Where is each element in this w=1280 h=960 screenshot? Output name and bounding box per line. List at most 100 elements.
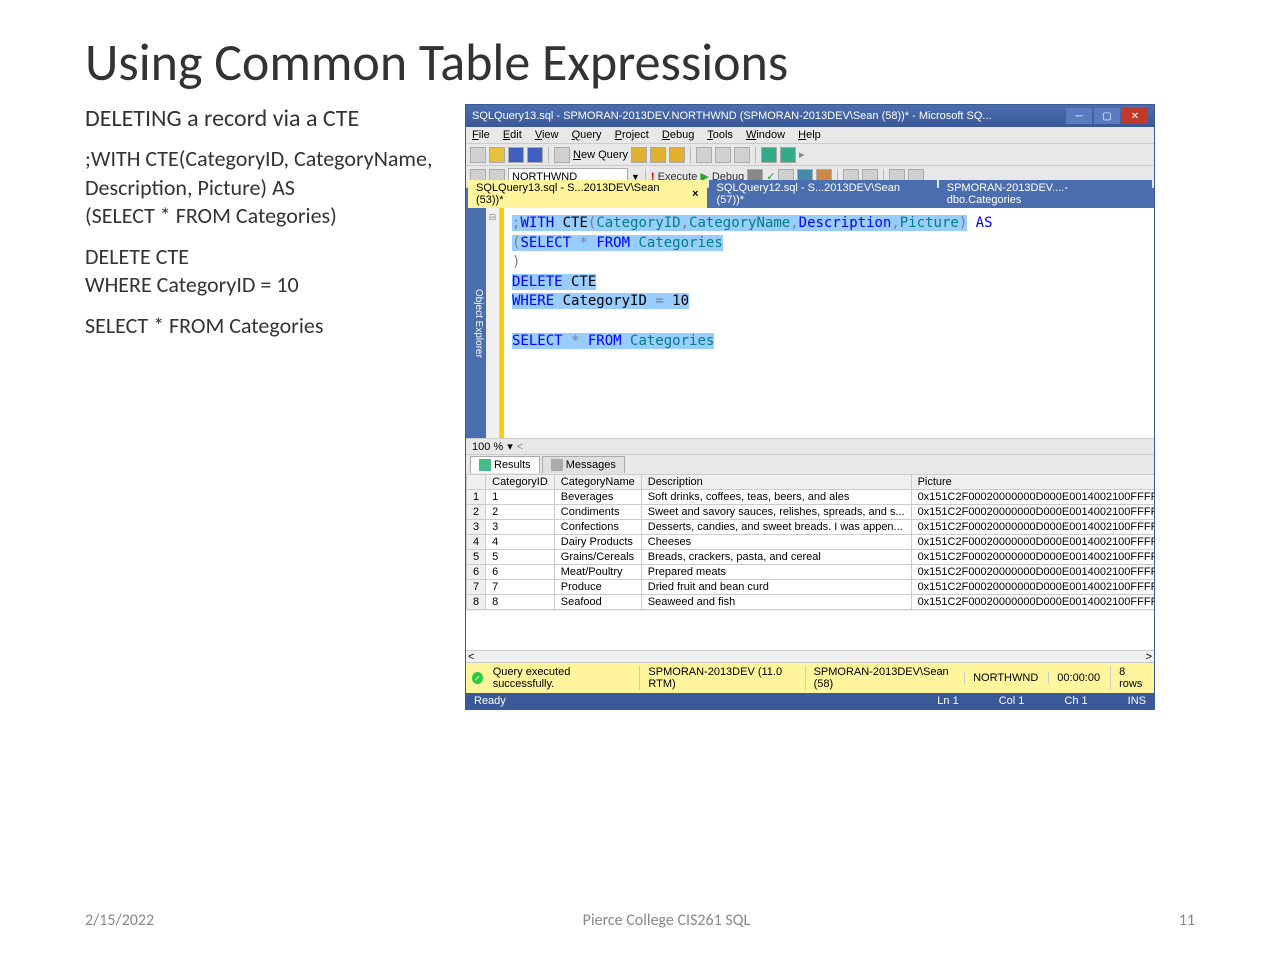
cut-icon[interactable] (696, 147, 712, 163)
row-number: 4 (467, 535, 486, 550)
cell[interactable]: Desserts, candies, and sweet breads. I w… (641, 520, 911, 535)
cell[interactable]: 0x151C2F00020000000D000E0014002100FFFFFF… (911, 535, 1154, 550)
menu-window[interactable]: Window (746, 129, 785, 141)
table-row[interactable]: 11BeveragesSoft drinks, coffees, teas, b… (467, 490, 1155, 505)
file-tabs: SQLQuery13.sql - S...2013DEV\Sean (53))*… (466, 188, 1154, 208)
cell[interactable]: 8 (486, 595, 555, 610)
cell[interactable]: 0x151C2F00020000000D000E0014002100FFFFFF… (911, 490, 1154, 505)
open-icon[interactable] (489, 147, 505, 163)
titlebar[interactable]: SQLQuery13.sql - SPMORAN-2013DEV.NORTHWN… (466, 105, 1154, 127)
col-header[interactable]: CategoryID (486, 475, 555, 490)
db-icon3[interactable] (669, 147, 685, 163)
cell[interactable]: Confections (554, 520, 641, 535)
messages-tab[interactable]: Messages (542, 456, 625, 473)
table-row[interactable]: 55Grains/CerealsBreads, crackers, pasta,… (467, 550, 1155, 565)
row-number: 8 (467, 595, 486, 610)
tab-inactive-1[interactable]: SQLQuery12.sql - S...2013DEV\Sean (57))* (709, 180, 937, 208)
footer-page: 11 (1179, 911, 1195, 930)
menu-help[interactable]: Help (798, 129, 821, 141)
cell[interactable]: 0x151C2F00020000000D000E0014002100FFFFFF… (911, 580, 1154, 595)
cell[interactable]: Dairy Products (554, 535, 641, 550)
tab-active[interactable]: SQLQuery13.sql - S...2013DEV\Sean (53))*… (468, 180, 707, 208)
tab-inactive-2[interactable]: SPMORAN-2013DEV....- dbo.Categories (939, 180, 1152, 208)
tab-close-icon[interactable]: × (692, 188, 698, 200)
sql-text-2: DELETE CTEWHERE CategoryID = 10 (85, 243, 445, 300)
copy-icon[interactable] (715, 147, 731, 163)
row-number: 5 (467, 550, 486, 565)
save-icon[interactable] (508, 147, 524, 163)
messages-icon (551, 459, 563, 471)
table-row[interactable]: 88SeafoodSeaweed and fish0x151C2F0002000… (467, 595, 1155, 610)
cell[interactable]: 7 (486, 580, 555, 595)
cell[interactable]: 0x151C2F00020000000D000E0014002100FFFFFF… (911, 505, 1154, 520)
cell[interactable]: Condiments (554, 505, 641, 520)
col-header[interactable]: CategoryName (554, 475, 641, 490)
redo-icon[interactable] (780, 147, 796, 163)
new-query-label[interactable]: New Query (573, 149, 628, 161)
menu-view[interactable]: View (535, 129, 559, 141)
cell[interactable]: 3 (486, 520, 555, 535)
minimize-button[interactable]: ─ (1066, 108, 1092, 124)
object-explorer-tab[interactable]: Object Explorer (466, 208, 486, 438)
zoom-value[interactable]: 100 % (472, 441, 503, 453)
cell[interactable]: 0x151C2F00020000000D000E0014002100FFFFFF… (911, 550, 1154, 565)
status-server: SPMORAN-2013DEV (11.0 RTM) (639, 666, 794, 690)
undo-icon[interactable] (761, 147, 777, 163)
db-icon[interactable] (631, 147, 647, 163)
cell[interactable]: Prepared meats (641, 565, 911, 580)
cell[interactable]: Meat/Poultry (554, 565, 641, 580)
table-row[interactable]: 44Dairy ProductsCheeses0x151C2F000200000… (467, 535, 1155, 550)
row-number: 1 (467, 490, 486, 505)
paste-icon[interactable] (734, 147, 750, 163)
sql-editor[interactable]: ;WITH CTE(CategoryID,CategoryName,Descri… (504, 208, 1154, 438)
cell[interactable]: Seafood (554, 595, 641, 610)
maximize-button[interactable]: ▢ (1094, 108, 1120, 124)
footer-course: Pierce College CIS261 SQL (583, 911, 751, 930)
left-heading: DELETING a record via a CTE (85, 104, 445, 133)
new-project-icon[interactable] (470, 147, 486, 163)
cell[interactable]: Seaweed and fish (641, 595, 911, 610)
table-row[interactable]: 66Meat/PoultryPrepared meats0x151C2F0002… (467, 565, 1155, 580)
menu-project[interactable]: Project (615, 129, 649, 141)
save-all-icon[interactable] (527, 147, 543, 163)
cell[interactable]: Cheeses (641, 535, 911, 550)
slide-title: Using Common Table Expressions (0, 0, 1280, 104)
cell[interactable]: 6 (486, 565, 555, 580)
db-icon2[interactable] (650, 147, 666, 163)
cell[interactable]: Breads, crackers, pasta, and cereal (641, 550, 911, 565)
menu-edit[interactable]: Edit (503, 129, 522, 141)
menu-file[interactable]: File (472, 129, 490, 141)
cell[interactable]: Sweet and savory sauces, relishes, sprea… (641, 505, 911, 520)
results-tab[interactable]: Results (470, 456, 540, 473)
bottom-bar: Ready Ln 1 Col 1 Ch 1 INS (466, 693, 1154, 709)
ssms-window: SQLQuery13.sql - SPMORAN-2013DEV.NORTHWN… (465, 104, 1155, 710)
col-header[interactable] (467, 475, 486, 490)
cell[interactable]: 0x151C2F00020000000D000E0014002100FFFFFF… (911, 565, 1154, 580)
cell[interactable]: Dried fruit and bean curd (641, 580, 911, 595)
table-row[interactable]: 22CondimentsSweet and savory sauces, rel… (467, 505, 1155, 520)
cell[interactable]: 0x151C2F00020000000D000E0014002100FFFFFF… (911, 520, 1154, 535)
menu-tools[interactable]: Tools (707, 129, 733, 141)
cell[interactable]: Grains/Cereals (554, 550, 641, 565)
close-button[interactable]: ✕ (1122, 108, 1148, 124)
menu-debug[interactable]: Debug (662, 129, 694, 141)
cell[interactable]: Soft drinks, coffees, teas, beers, and a… (641, 490, 911, 505)
cell[interactable]: Beverages (554, 490, 641, 505)
col-header[interactable]: Description (641, 475, 911, 490)
row-number: 7 (467, 580, 486, 595)
ch-indicator: Ch 1 (1064, 695, 1087, 707)
cell[interactable]: 2 (486, 505, 555, 520)
cell[interactable]: 1 (486, 490, 555, 505)
results-tabs: Results Messages (466, 454, 1154, 474)
menu-query[interactable]: Query (572, 129, 602, 141)
table-row[interactable]: 33ConfectionsDesserts, candies, and swee… (467, 520, 1155, 535)
new-query-icon[interactable] (554, 147, 570, 163)
table-row[interactable]: 77ProduceDried fruit and bean curd0x151C… (467, 580, 1155, 595)
results-grid[interactable]: CategoryIDCategoryNameDescriptionPicture… (466, 474, 1154, 610)
cell[interactable]: Produce (554, 580, 641, 595)
cell[interactable]: 5 (486, 550, 555, 565)
col-header[interactable]: Picture (911, 475, 1154, 490)
cell[interactable]: 0x151C2F00020000000D000E0014002100FFFFFF… (911, 595, 1154, 610)
cell[interactable]: 4 (486, 535, 555, 550)
grid-scrollbar[interactable]: <> (466, 650, 1154, 662)
